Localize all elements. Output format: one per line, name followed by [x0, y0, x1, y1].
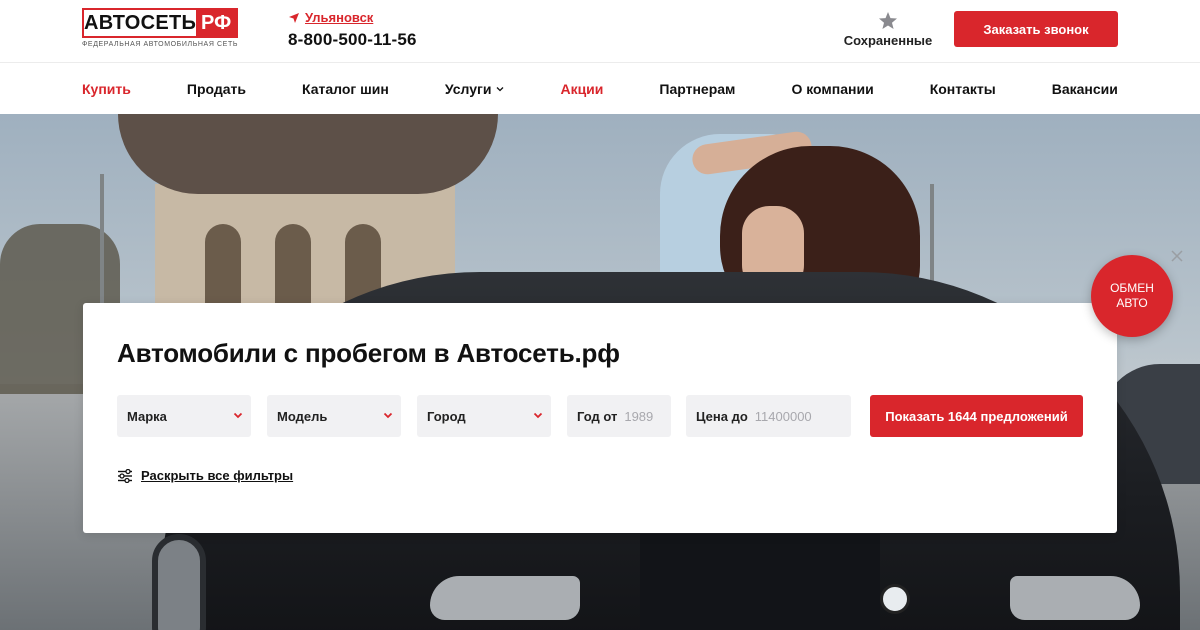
- close-icon[interactable]: [1170, 249, 1184, 263]
- city-name[interactable]: Ульяновск: [305, 10, 373, 25]
- saved-link[interactable]: Сохраненные: [842, 12, 934, 48]
- chevron-down-icon: [383, 412, 393, 419]
- year-from-input[interactable]: Год от 1989: [567, 395, 671, 437]
- city-select[interactable]: Город: [417, 395, 551, 437]
- trade-in-button[interactable]: ОБМЕН АВТО: [1091, 255, 1173, 337]
- hero-person-legs: [640, 534, 880, 630]
- nav-label: О компании: [791, 81, 874, 97]
- nav-item-about[interactable]: О компании: [791, 81, 873, 97]
- logo-rf-mark: РФ: [196, 10, 236, 36]
- site-logo[interactable]: АВТОСЕТЬ РФ ФЕДЕРАЛЬНАЯ АВТОМОБИЛЬНАЯ СЕ…: [82, 8, 238, 48]
- nav-item-contacts[interactable]: Контакты: [930, 81, 996, 97]
- nav-label: Партнерам: [659, 81, 736, 97]
- nav-item-tyre-catalog[interactable]: Каталог шин: [302, 81, 389, 97]
- hero-car-headlight: [430, 576, 580, 620]
- location-arrow-icon: [289, 12, 299, 23]
- city-select-label: Город: [427, 408, 466, 424]
- hero-car-headlight: [1010, 576, 1140, 620]
- star-icon: [879, 12, 897, 30]
- nav-item-vacancies[interactable]: Вакансии: [1052, 81, 1118, 97]
- expand-filters-link[interactable]: Раскрыть все фильтры: [117, 468, 293, 483]
- trade-in-line2: АВТО: [1116, 296, 1148, 310]
- order-call-button[interactable]: Заказать звонок: [954, 11, 1118, 47]
- saved-label: Сохраненные: [843, 33, 933, 48]
- hero-car-wheel: [152, 534, 206, 630]
- city-selector[interactable]: Ульяновск: [288, 10, 417, 25]
- logo-wordmark: АВТОСЕТЬ: [84, 11, 197, 34]
- nav-item-buy[interactable]: Купить: [82, 81, 131, 97]
- nav-list: Купить Продать Каталог шин Услуги Акции …: [82, 63, 1118, 115]
- nav-label: Каталог шин: [302, 81, 389, 97]
- sliders-icon: [118, 468, 132, 483]
- make-select[interactable]: Марка: [117, 395, 251, 437]
- price-to-placeholder: 11400000: [754, 408, 812, 424]
- logo-tagline: ФЕДЕРАЛЬНАЯ АВТОМОБИЛЬНАЯ СЕТЬ: [82, 41, 239, 48]
- nav-item-sell[interactable]: Продать: [187, 81, 246, 97]
- site-header: АВТОСЕТЬ РФ ФЕДЕРАЛЬНАЯ АВТОМОБИЛЬНАЯ СЕ…: [0, 0, 1200, 62]
- chevron-down-icon: [233, 412, 243, 419]
- chevron-down-icon: [533, 412, 543, 419]
- nav-label: Продать: [186, 81, 246, 97]
- show-offers-button[interactable]: Показать 1644 предложений: [870, 395, 1083, 437]
- nav-label: Услуги: [444, 81, 492, 97]
- year-from-label: Год от: [577, 408, 618, 424]
- nav-item-promotions[interactable]: Акции: [560, 81, 603, 97]
- nav-label: Акции: [560, 81, 604, 97]
- logo-box: АВТОСЕТЬ РФ: [82, 8, 238, 38]
- car-search-card: Автомобили с пробегом в Автосеть.рф Марк…: [83, 303, 1117, 533]
- main-nav: Купить Продать Каталог шин Услуги Акции …: [0, 62, 1200, 114]
- nav-label: Вакансии: [1051, 81, 1118, 97]
- model-select[interactable]: Модель: [267, 395, 401, 437]
- trade-in-line1: ОБМЕН: [1110, 281, 1154, 295]
- contact-block: Ульяновск 8-800-500-11-56: [288, 10, 417, 50]
- hero-building-dome: [118, 114, 498, 194]
- chevron-down-icon: [496, 87, 504, 92]
- phone-number[interactable]: 8-800-500-11-56: [288, 30, 417, 50]
- nav-label: Контакты: [929, 81, 996, 97]
- nav-item-services[interactable]: Услуги: [445, 81, 505, 97]
- hero-car-badge: [880, 584, 910, 614]
- nav-label: Купить: [82, 81, 131, 97]
- year-from-placeholder: 1989: [624, 408, 654, 424]
- price-to-input[interactable]: Цена до 11400000: [686, 395, 851, 437]
- nav-item-partners[interactable]: Партнерам: [659, 81, 735, 97]
- price-to-label: Цена до: [696, 408, 748, 424]
- page-title: Автомобили с пробегом в Автосеть.рф: [117, 338, 620, 368]
- expand-filters-label: Раскрыть все фильтры: [141, 468, 294, 483]
- make-select-label: Марка: [127, 408, 167, 424]
- model-select-label: Модель: [277, 408, 328, 424]
